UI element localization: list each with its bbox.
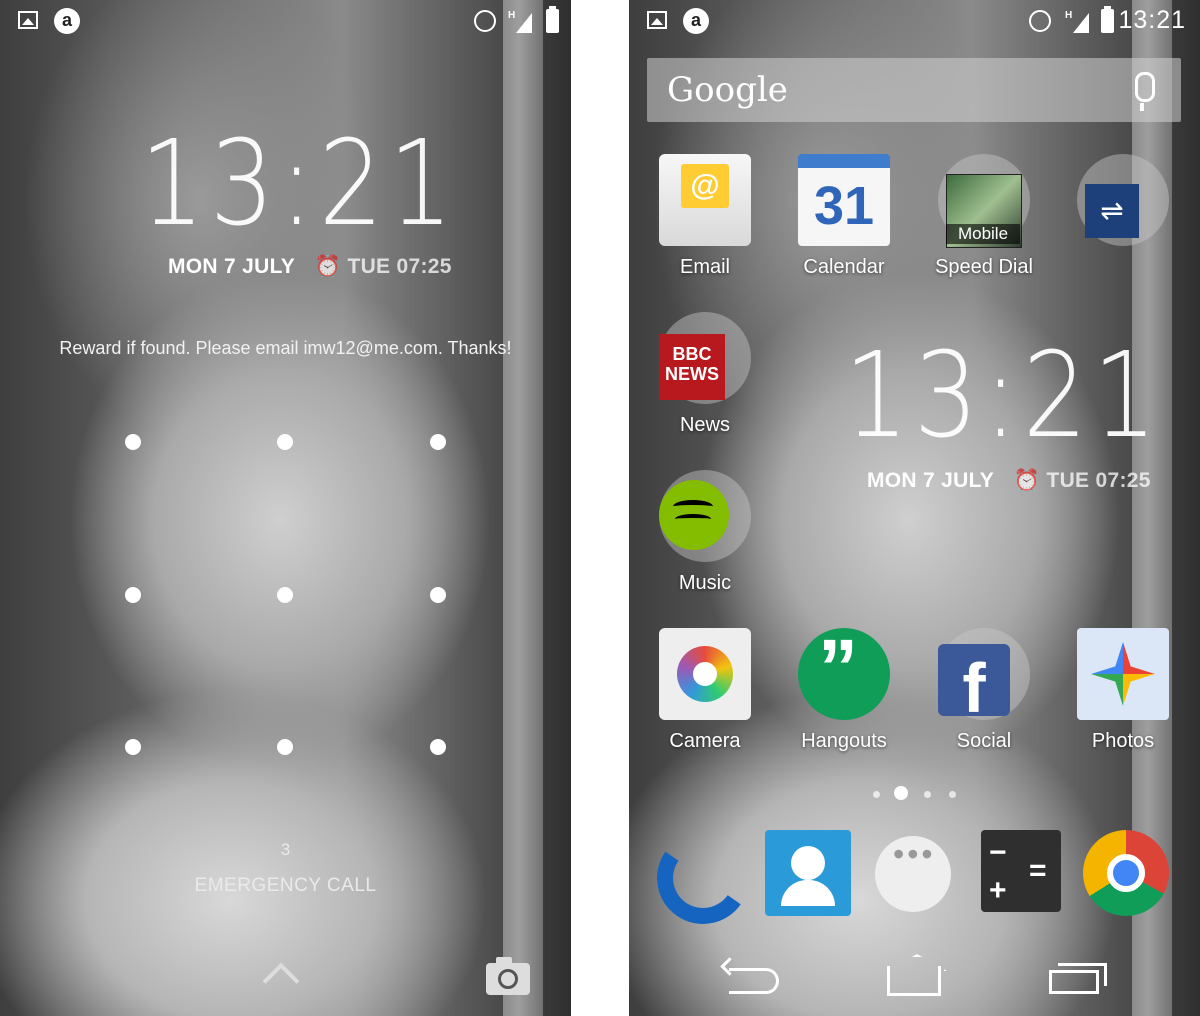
clock-widget[interactable]: 13:21 — [844, 336, 1162, 454]
widget-alarm-time: TUE 07:25 — [1046, 469, 1151, 492]
news-folder-icon: BBC NEWS — [659, 312, 751, 404]
lock-screen: a H 13:21 MON 7 JULY ⏰ TUE 07:25 Reward … — [0, 0, 571, 1016]
lock-date-row: MON 7 JULY ⏰ TUE 07:25 — [168, 255, 452, 279]
app-label: Music — [678, 572, 732, 594]
app-folder-music[interactable]: Music — [645, 470, 765, 595]
google-logo: Google — [667, 70, 788, 110]
pattern-dot[interactable] — [125, 434, 141, 450]
status-bar: a H — [0, 0, 571, 42]
app-label: Hangouts — [801, 730, 887, 752]
emergency-call-button[interactable]: EMERGENCY CALL — [0, 875, 571, 897]
wallpaper-window — [503, 0, 543, 1016]
owner-info: Reward if found. Please email imw12@me.c… — [59, 338, 512, 358]
national-rail-icon: ⇌ — [1077, 154, 1169, 246]
battery-icon — [546, 6, 559, 33]
app-label: News — [679, 414, 730, 436]
page-dot-active — [894, 786, 908, 800]
page-dot — [924, 791, 931, 798]
rail-logo-icon: ⇌ — [1085, 184, 1139, 238]
picture-icon — [647, 11, 667, 29]
home-icon[interactable] — [887, 966, 941, 996]
dock-phone-button[interactable] — [649, 824, 757, 932]
hangouts-icon — [798, 622, 890, 720]
phone-icon — [649, 824, 757, 932]
app-folder-news[interactable]: BBC NEWS News — [645, 312, 765, 437]
dock-calculator-button[interactable]: − + = — [981, 830, 1061, 912]
signal-h-icon: H — [508, 10, 532, 33]
app-email[interactable]: Email — [645, 154, 765, 279]
google-search-bar[interactable]: Google — [647, 58, 1181, 122]
lock-date: MON 7 JULY — [168, 255, 295, 278]
circle-a-icon: a — [54, 8, 80, 34]
page-dot — [873, 791, 880, 798]
page-dot — [949, 791, 956, 798]
recents-icon[interactable] — [1049, 963, 1107, 994]
music-folder-icon — [659, 470, 751, 562]
widget-date-row: MON 7 JULY ⏰ TUE 07:25 — [867, 469, 1151, 493]
app-label: Camera — [669, 730, 741, 752]
picture-icon — [18, 11, 38, 29]
svg-text:H: H — [1065, 10, 1072, 21]
pattern-dot[interactable] — [125, 587, 141, 603]
camera-app-icon — [659, 628, 751, 720]
plus-icon: + — [989, 874, 1007, 907]
battery-icon — [1101, 6, 1114, 33]
widget-date: MON 7 JULY — [867, 469, 994, 492]
app-calendar[interactable]: 31 Calendar — [784, 154, 904, 279]
app-hangouts[interactable]: Hangouts — [784, 622, 904, 753]
signal-h-icon: H — [1065, 10, 1089, 33]
pattern-dot[interactable] — [277, 587, 293, 603]
lock-alarm-time: TUE 07:25 — [347, 255, 452, 278]
alarm-icon — [474, 10, 496, 32]
equals-icon: = — [1029, 854, 1047, 887]
calendar-icon: 31 — [798, 154, 890, 246]
widget-alarm: ⏰ TUE 07:25 — [1014, 469, 1151, 492]
app-drawer-button[interactable] — [875, 836, 951, 912]
pattern-dot[interactable] — [277, 739, 293, 755]
email-icon — [659, 154, 751, 246]
status-bar: a H 13:21 — [629, 0, 1200, 42]
alarm-small-icon: ⏰ — [1013, 469, 1041, 492]
alarm-small-icon: ⏰ — [314, 255, 342, 278]
minus-icon: − — [989, 836, 1007, 869]
social-folder-icon: f — [938, 628, 1030, 727]
pattern-dot[interactable] — [125, 739, 141, 755]
speed-dial-badge: Mobile — [946, 224, 1020, 244]
pattern-dot[interactable] — [430, 434, 446, 450]
app-camera[interactable]: Camera — [645, 628, 765, 753]
facebook-icon: f — [938, 644, 1010, 727]
app-label: Photos — [1091, 730, 1155, 752]
speed-dial-folder-icon: Mobile — [938, 154, 1030, 248]
app-folder-social[interactable]: f Social — [924, 628, 1044, 753]
dock-contacts-button[interactable] — [765, 830, 851, 916]
svg-text:H: H — [508, 10, 515, 21]
alarm-icon — [1029, 10, 1051, 32]
unlock-chevron-icon[interactable] — [262, 962, 300, 1000]
spotify-icon — [659, 480, 729, 550]
pattern-hint: 3 — [280, 840, 291, 859]
app-folder-speed-dial[interactable]: Mobile Speed Dial — [924, 154, 1044, 279]
bbc-news-icon: BBC NEWS — [659, 334, 725, 400]
lock-clock: 13:21 — [140, 114, 459, 252]
app-label: Social — [956, 730, 1012, 752]
lock-alarm: ⏰ TUE 07:25 — [315, 255, 452, 278]
app-label: Speed Dial — [935, 256, 1033, 278]
pattern-dot[interactable] — [430, 587, 446, 603]
dock-chrome-button[interactable] — [1083, 830, 1169, 916]
back-icon[interactable] — [729, 968, 779, 994]
home-screen: a H 13:21 Google Email 31 Calendar Mobil… — [629, 0, 1200, 1016]
app-label: Email — [679, 256, 730, 278]
microphone-icon[interactable] — [1135, 72, 1155, 111]
circle-a-icon: a — [683, 8, 709, 34]
status-time: 13:21 — [1118, 6, 1186, 34]
app-label: Calendar — [803, 256, 885, 278]
app-photos[interactable]: Photos — [1063, 628, 1183, 753]
app-train-tickets[interactable]: ⇌ — [1063, 154, 1183, 246]
pattern-dot[interactable] — [277, 434, 293, 450]
camera-shortcut-icon[interactable] — [486, 957, 530, 995]
photos-icon — [1077, 628, 1169, 720]
pattern-dot[interactable] — [430, 739, 446, 755]
